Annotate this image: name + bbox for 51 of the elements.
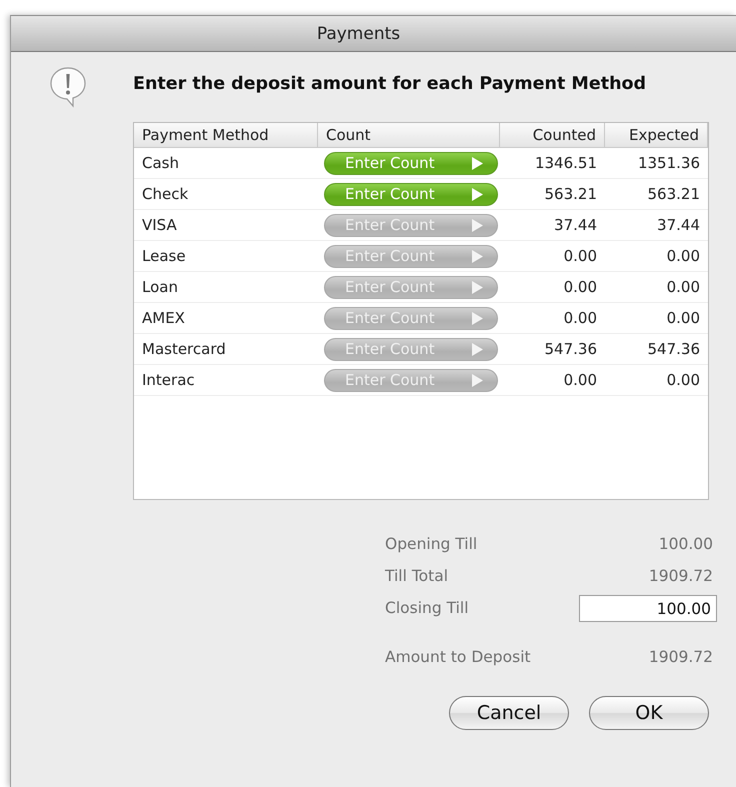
expected-cell: 37.44 <box>605 210 708 241</box>
expected-cell: 0.00 <box>605 241 708 272</box>
column-header[interactable]: Payment Method <box>134 123 318 148</box>
summary-label: Opening Till <box>385 534 478 555</box>
counted-cell: 0.00 <box>500 272 605 303</box>
method-cell: Lease <box>134 241 318 272</box>
summary-value: 1909.72 <box>648 647 714 668</box>
play-icon <box>471 250 483 262</box>
counted-cell: 1346.51 <box>500 148 605 179</box>
method-cell: Check <box>134 179 318 210</box>
method-cell: Cash <box>134 148 318 179</box>
play-icon <box>471 280 483 294</box>
window-title: Payments <box>316 23 400 46</box>
expected-cell: 1351.36 <box>605 148 708 179</box>
enter-count-button[interactable]: Enter Count <box>324 182 498 206</box>
play-icon <box>471 188 483 200</box>
ok-button[interactable]: OK <box>589 696 709 730</box>
method-cell: Loan <box>134 272 318 303</box>
column-header[interactable]: Expected <box>605 123 708 148</box>
column-header[interactable]: Counted <box>500 123 605 148</box>
instruction-text: Enter the deposit amount for each Payment Method <box>133 74 646 94</box>
method-cell: VISA <box>134 210 318 241</box>
expected-cell: 0.00 <box>605 365 708 396</box>
play-icon <box>471 218 483 232</box>
method-cell: Mastercard <box>134 334 318 365</box>
play-icon <box>471 156 483 170</box>
enter-count-button[interactable]: Enter Count <box>324 152 498 174</box>
counted-cell: 0.00 <box>500 241 605 272</box>
closing-till-field[interactable]: 100.00 <box>579 595 717 622</box>
counted-cell: 547.36 <box>500 334 605 365</box>
cancel-button[interactable]: Cancel <box>449 696 569 730</box>
play-icon <box>471 342 483 356</box>
column-header[interactable]: Count <box>318 123 500 148</box>
summary-label: Closing Till <box>385 598 470 619</box>
expected-cell: 547.36 <box>605 334 708 365</box>
summary-label: Till Total <box>385 566 450 587</box>
counted-cell: 0.00 <box>500 365 605 396</box>
expected-cell: 0.00 <box>605 272 708 303</box>
summary-value: 100.00 <box>658 534 714 555</box>
play-icon <box>471 312 483 324</box>
counted-cell: 37.44 <box>500 210 605 241</box>
summary-label: Amount to Deposit <box>385 647 532 668</box>
expected-cell: 563.21 <box>605 179 708 210</box>
counted-cell: 563.21 <box>500 179 605 210</box>
expected-cell: 0.00 <box>605 303 708 334</box>
play-icon <box>471 374 483 386</box>
alert-icon <box>49 66 87 108</box>
method-cell: AMEX <box>134 303 318 334</box>
summary-value: 1909.72 <box>648 566 714 587</box>
method-cell: Interac <box>134 365 318 396</box>
counted-cell: 0.00 <box>500 303 605 334</box>
